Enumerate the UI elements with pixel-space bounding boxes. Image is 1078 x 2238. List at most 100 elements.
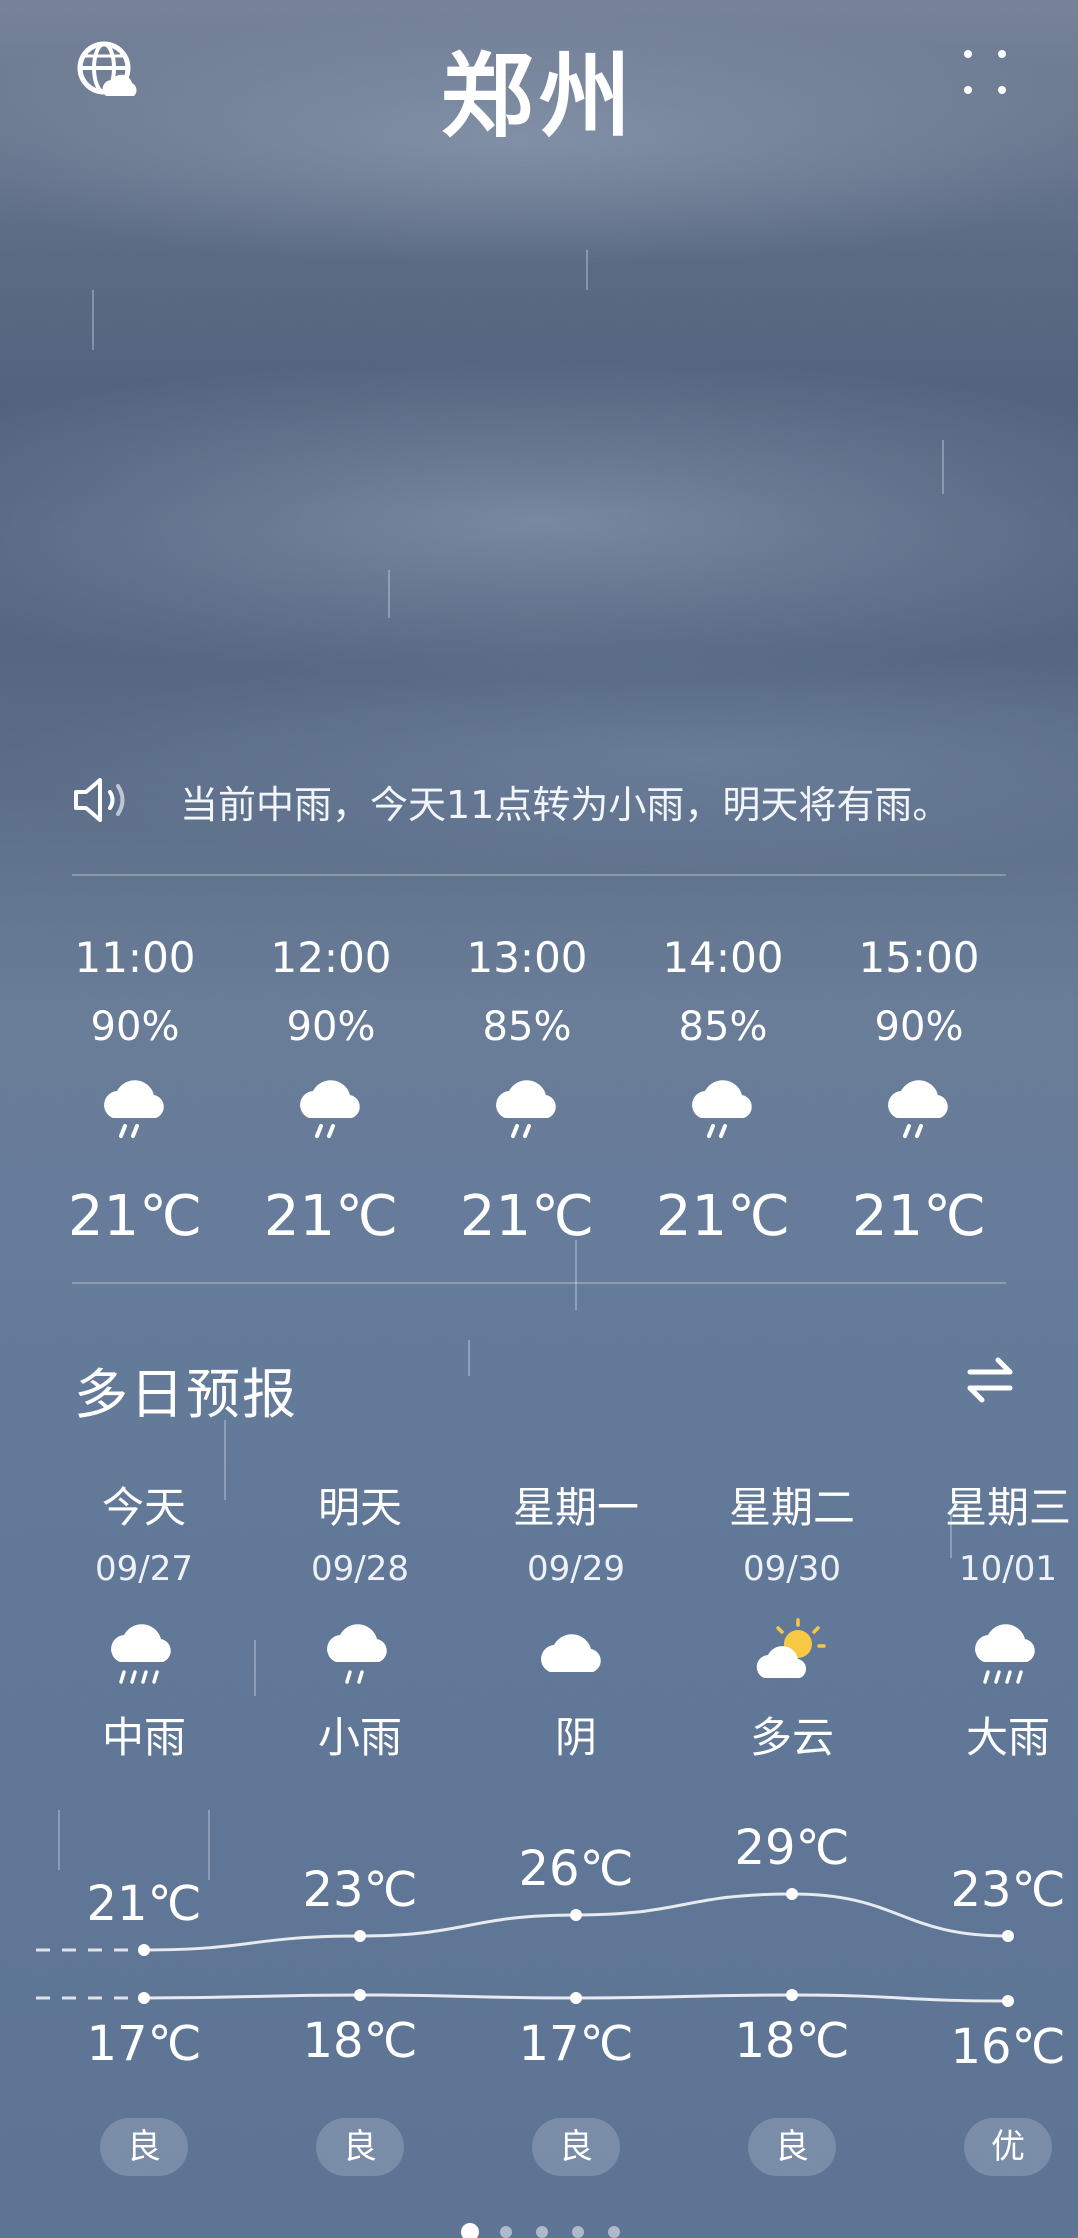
hour-time: 13:00: [466, 933, 588, 982]
rain-cloud-icon: [487, 1072, 567, 1144]
rain-streak: [92, 290, 94, 350]
broadcast-text: 当前中雨，今天11点转为小雨，明天将有雨。: [180, 783, 951, 827]
weather-broadcast[interactable]: 当前中雨，今天11点转为小雨，明天将有雨。: [72, 760, 1006, 840]
hour-item[interactable]: 12:00 90% 21℃: [246, 930, 416, 1249]
day-name: 星期二: [728, 1483, 855, 1532]
hour-temperature: 21℃: [263, 1184, 399, 1249]
high-temp-label: 26℃: [519, 1841, 634, 1897]
day-name: 今天: [101, 1483, 186, 1532]
page-dot[interactable]: [500, 2226, 512, 2238]
day-date: 09/27: [95, 1549, 193, 1589]
hour-time: 14:00: [662, 933, 784, 982]
precipitation-probability: 85%: [482, 1004, 572, 1050]
low-temp-label: 17℃: [519, 2016, 634, 2072]
page-indicator[interactable]: [460, 2222, 620, 2238]
aqi-badge[interactable]: 良: [100, 2118, 188, 2176]
high-temp-point: [354, 1930, 366, 1942]
precipitation-probability: 85%: [678, 1004, 768, 1050]
high-temp-point: [138, 1944, 150, 1956]
hour-item[interactable]: 13:00 85% 21℃: [442, 930, 612, 1249]
hour-item[interactable]: 15:00 90% 21℃: [834, 930, 1004, 1249]
rain-streak: [586, 250, 588, 290]
high-temp-point: [570, 1909, 582, 1921]
day-condition: 中雨: [101, 1713, 186, 1762]
low-temp-label: 16℃: [951, 2019, 1066, 2075]
day-date: 09/30: [743, 1549, 841, 1589]
day-name: 明天: [317, 1483, 402, 1532]
day-name: 星期三: [944, 1483, 1071, 1532]
day-item[interactable]: 星期三 10/01 大雨: [918, 1480, 1078, 1765]
high-temp-point: [786, 1888, 798, 1900]
high-temp-label: 23℃: [303, 1862, 418, 1918]
precipitation-probability: 90%: [874, 1004, 964, 1050]
light-rain-icon: [320, 1616, 400, 1692]
low-temp-point: [1002, 1995, 1014, 2007]
divider: [72, 874, 1006, 876]
day-name: 星期一: [512, 1483, 639, 1532]
rain-streak: [388, 570, 390, 618]
partly-cloudy-icon: [752, 1616, 832, 1692]
day-item[interactable]: 星期一 09/29 阴: [486, 1480, 666, 1765]
day-condition: 大雨: [965, 1713, 1050, 1762]
low-temp-point: [786, 1989, 798, 2001]
low-temp-point: [570, 1992, 582, 2004]
hour-time: 15:00: [858, 933, 980, 982]
hour-item[interactable]: 11:00 90% 21℃: [50, 930, 220, 1249]
rain-cloud-icon: [291, 1072, 371, 1144]
rain-cloud-icon: [879, 1072, 959, 1144]
high-temp-label: 23℃: [951, 1862, 1066, 1918]
day-date: 10/01: [959, 1549, 1057, 1589]
more-options-icon[interactable]: [960, 44, 1010, 100]
hour-time: 12:00: [270, 933, 392, 982]
low-temp-label: 18℃: [303, 2013, 418, 2069]
day-date: 09/28: [311, 1549, 409, 1589]
high-temp-line: [143, 1892, 1009, 1952]
day-item[interactable]: 明天 09/28 小雨: [270, 1480, 450, 1765]
day-item[interactable]: 今天 09/27 中雨: [54, 1480, 234, 1765]
high-temp-label: 29℃: [735, 1820, 850, 1876]
page-dot[interactable]: [608, 2226, 620, 2238]
aqi-badge[interactable]: 优: [964, 2118, 1052, 2176]
moderate-rain-icon: [104, 1616, 184, 1692]
aqi-badge[interactable]: 良: [316, 2118, 404, 2176]
aqi-badge[interactable]: 良: [532, 2118, 620, 2176]
high-temp-point: [1002, 1930, 1014, 1942]
hour-temperature: 21℃: [851, 1184, 987, 1249]
city-title[interactable]: 郑州: [0, 22, 1078, 155]
rain-cloud-icon: [683, 1072, 763, 1144]
low-temp-point: [354, 1989, 366, 2001]
rain-streak: [254, 1640, 256, 1696]
page-dot[interactable]: [536, 2226, 548, 2238]
page-dot[interactable]: [572, 2226, 584, 2238]
rain-streak: [575, 1240, 577, 1310]
precipitation-probability: 90%: [90, 1004, 180, 1050]
high-temp-label: 21℃: [87, 1876, 202, 1932]
precipitation-probability: 90%: [286, 1004, 376, 1050]
top-bar: 郑州: [0, 0, 1078, 160]
multi-day-title: 多日预报: [74, 1363, 298, 1426]
day-condition: 阴: [554, 1713, 597, 1762]
aqi-badge[interactable]: 良: [748, 2118, 836, 2176]
hour-time: 11:00: [74, 933, 196, 982]
hour-temperature: 21℃: [459, 1184, 595, 1249]
rain-cloud-icon: [95, 1072, 175, 1144]
overcast-cloud-icon: [536, 1616, 616, 1692]
temperature-trend-chart: 21℃ 17℃ 23℃ 18℃ 26℃ 17℃ 29℃ 18℃ 23℃ 16℃: [36, 1820, 1066, 2075]
speaker-icon[interactable]: [72, 776, 134, 824]
low-temp-point: [138, 1992, 150, 2004]
divider: [72, 1282, 1006, 1284]
day-date: 09/29: [527, 1549, 625, 1589]
rain-streak: [468, 1340, 470, 1376]
low-temp-label: 18℃: [735, 2013, 850, 2069]
low-temp-label: 17℃: [87, 2016, 202, 2072]
hour-item[interactable]: 14:00 85% 21℃: [638, 930, 808, 1249]
swap-arrows-icon[interactable]: [962, 1352, 1018, 1408]
day-item[interactable]: 星期二 09/30 多云: [702, 1480, 882, 1765]
hour-temperature: 21℃: [67, 1184, 203, 1249]
day-condition: 小雨: [317, 1713, 402, 1762]
hour-temperature: 21℃: [655, 1184, 791, 1249]
page-dot[interactable]: [461, 2223, 479, 2238]
heavy-rain-icon: [968, 1616, 1048, 1692]
rain-streak: [942, 440, 944, 494]
day-condition: 多云: [749, 1713, 834, 1762]
